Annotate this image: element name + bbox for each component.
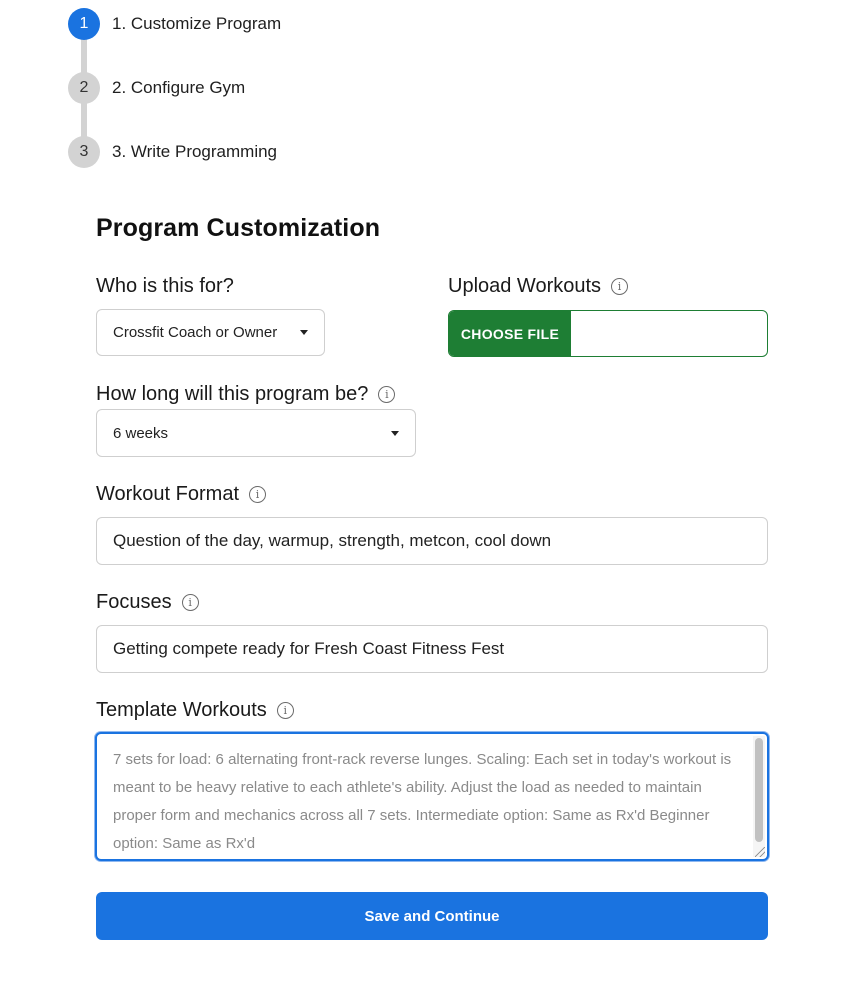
format-label-text: Workout Format bbox=[96, 483, 239, 505]
page: 1 1. Customize Program 2 2. Configure Gy… bbox=[0, 0, 862, 992]
focuses-label: Focuses i bbox=[96, 591, 199, 614]
step-label: 1. Customize Program bbox=[112, 14, 282, 33]
page-title: Program Customization bbox=[96, 214, 381, 242]
step-configure-gym[interactable]: 2 2. Configure Gym bbox=[68, 72, 245, 104]
focuses-label-text: Focuses bbox=[96, 591, 172, 613]
step-label: 3. Write Programming bbox=[112, 142, 278, 161]
info-icon[interactable]: i bbox=[181, 594, 199, 611]
length-select-value: 6 weeks bbox=[113, 424, 169, 442]
who-select[interactable]: Crossfit Coach or Owner bbox=[96, 309, 325, 356]
resize-handle-icon[interactable] bbox=[755, 847, 765, 857]
template-placeholder: 7 sets for load: 6 alternating front-rac… bbox=[113, 751, 732, 852]
info-icon[interactable]: i bbox=[276, 702, 294, 719]
length-label: How long will this program be? i bbox=[96, 383, 396, 406]
length-label-text: How long will this program be? bbox=[96, 383, 369, 405]
step-number: 1 bbox=[68, 8, 100, 40]
upload-label-text: Upload Workouts bbox=[448, 275, 602, 297]
template-label-text: Template Workouts bbox=[96, 699, 267, 721]
template-label: Template Workouts i bbox=[96, 699, 294, 722]
who-label-text: Who is this for? bbox=[96, 275, 234, 297]
step-customize-program[interactable]: 1 1. Customize Program bbox=[68, 8, 281, 40]
upload-label: Upload Workouts i bbox=[448, 275, 629, 298]
save-and-continue-button[interactable]: Save and Continue bbox=[96, 892, 768, 940]
progress-stepper: 1 1. Customize Program 2 2. Configure Gy… bbox=[68, 8, 388, 178]
length-select[interactable]: 6 weeks bbox=[96, 409, 416, 457]
step-number: 2 bbox=[68, 72, 100, 104]
chevron-down-icon bbox=[391, 430, 399, 436]
format-input[interactable]: Question of the day, warmup, strength, m… bbox=[96, 517, 768, 565]
info-icon[interactable]: i bbox=[611, 278, 629, 295]
who-select-value: Crossfit Coach or Owner bbox=[113, 324, 278, 341]
step-label: 2. Configure Gym bbox=[112, 78, 246, 97]
step-number: 3 bbox=[68, 136, 100, 168]
info-icon[interactable]: i bbox=[378, 386, 396, 403]
chevron-down-icon bbox=[300, 330, 308, 335]
focuses-input[interactable]: Getting compete ready for Fresh Coast Fi… bbox=[96, 625, 768, 673]
textarea-scrollbar[interactable] bbox=[753, 736, 765, 857]
choose-file-button[interactable]: CHOOSE FILE bbox=[449, 311, 571, 356]
who-label: Who is this for? bbox=[96, 275, 234, 298]
step-write-programming[interactable]: 3 3. Write Programming bbox=[68, 136, 277, 168]
format-input-value: Question of the day, warmup, strength, m… bbox=[113, 531, 552, 550]
format-label: Workout Format i bbox=[96, 483, 266, 506]
scrollbar-thumb[interactable] bbox=[755, 738, 763, 842]
upload-file-input[interactable]: CHOOSE FILE bbox=[448, 310, 768, 357]
focuses-input-value: Getting compete ready for Fresh Coast Fi… bbox=[113, 639, 505, 658]
template-textarea[interactable]: 7 sets for load: 6 alternating front-rac… bbox=[95, 732, 769, 861]
info-icon[interactable]: i bbox=[249, 486, 266, 503]
